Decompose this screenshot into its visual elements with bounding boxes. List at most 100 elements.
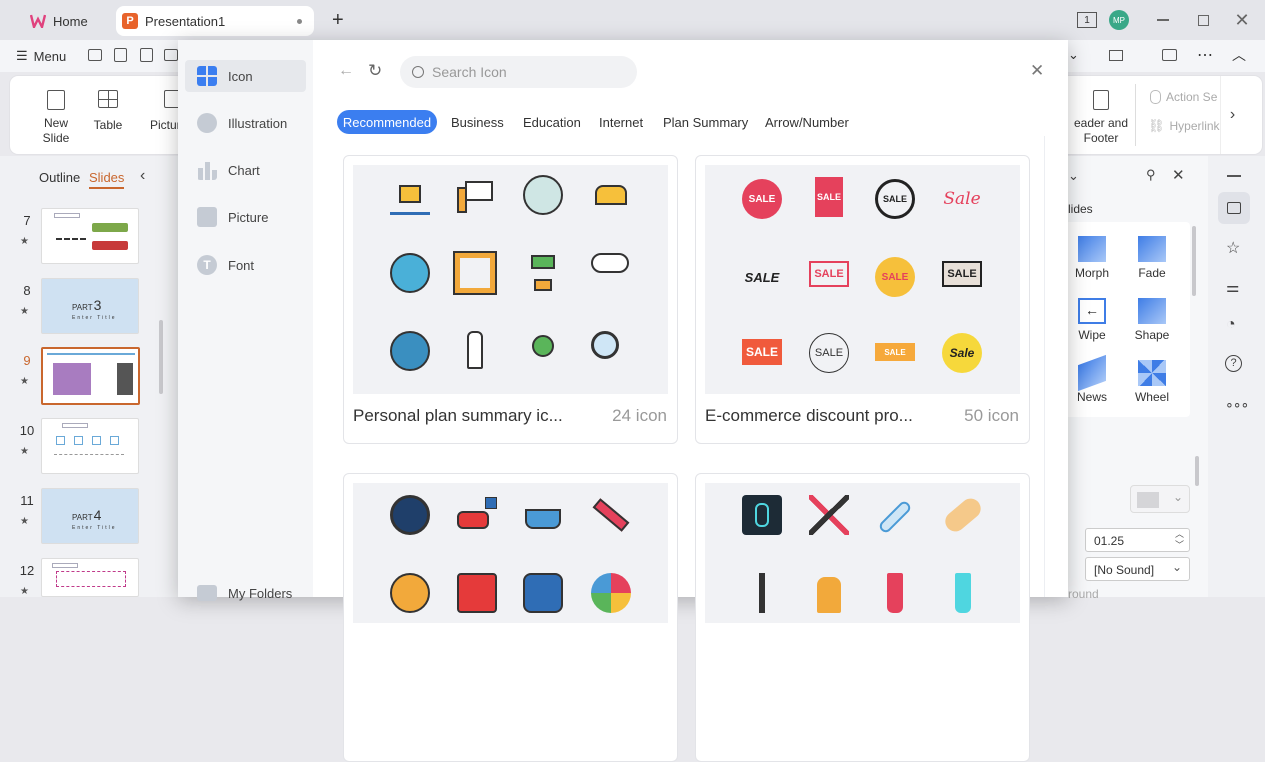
magnifier-icon [591,331,631,371]
collapse-ribbon-icon[interactable]: ︿ [1232,45,1246,65]
slides-scrollbar[interactable] [159,320,163,394]
transition-wipe[interactable]: ← Wipe [1062,298,1122,342]
restore-button[interactable] [1191,8,1215,32]
card-preview [353,165,668,394]
spinner-icon[interactable]: ︿ ﹀ [1175,529,1184,551]
hyperlink-button[interactable]: ⛓ Hyperlink [1148,118,1220,134]
thumb-red-shape [92,241,128,250]
new-slide-button[interactable]: New Slide [32,90,80,146]
small-globe-icon [532,335,554,357]
sale-label-icon: SALE [742,339,782,365]
transition-morph[interactable]: Morph [1062,236,1122,280]
slide-thumbnail-12[interactable] [41,558,139,597]
atom-icon [390,573,430,613]
slide-thumbnail-7[interactable] [41,208,139,264]
slide-thumbnail-11[interactable]: PART 4 Enter Title [41,488,139,544]
header-footer-button[interactable]: eader and Footer [1070,90,1132,146]
transition-scrollbar[interactable] [1192,226,1196,296]
page-indicator: 1 [1075,8,1099,32]
collapse-sidebar-icon[interactable] [1227,175,1241,177]
effect-options-dropdown[interactable]: ⌄ [1130,485,1190,513]
icon-pack-card[interactable] [695,473,1030,762]
sound-select[interactable]: [No Sound] ⌄ [1085,557,1190,581]
car-parking-icon [457,497,497,537]
right-tool-bar: ☆ ⚌ ◔ ? ∘∘∘ [1208,156,1265,597]
close-dialog-icon[interactable]: ✕ [1030,61,1044,81]
open-folder-icon[interactable] [88,49,102,61]
export-icon[interactable] [140,48,153,62]
pin-icon[interactable]: ⚲ [1146,167,1156,183]
icon-pack-card[interactable] [343,473,678,762]
panel-dropdown-icon[interactable]: ⌄ [1068,168,1079,184]
refresh-icon[interactable]: ↻ [368,61,382,81]
thumb-title-bar [52,563,78,568]
animation-star-icon[interactable]: ☆ [1226,238,1240,258]
slide-thumbnail-10[interactable] [41,418,139,474]
tab-outline[interactable]: Outline [39,170,80,185]
nav-my-folders[interactable]: My Folders [185,577,306,609]
share-icon[interactable] [1109,50,1123,61]
icon-pack-card[interactable]: Personal plan summary ic... 24 icon [343,155,678,444]
nav-font[interactable]: T Font [185,249,306,281]
new-slide-label: New [43,116,68,130]
category-plan-summary[interactable]: Plan Summary [663,110,748,134]
sale-script-icon: Sale [943,189,981,209]
transition-news[interactable]: News [1062,354,1122,404]
hands-globe-icon [523,331,563,371]
undo-dropdown-icon[interactable]: ⌄ [1068,47,1079,63]
comment-icon[interactable] [1162,49,1177,61]
nav-chart[interactable]: Chart [185,154,306,186]
collapse-panel-icon[interactable]: ‹ [140,167,145,185]
ribbon-scroll-right-button[interactable]: › [1220,76,1244,154]
nav-picture[interactable]: Picture [185,201,306,233]
nav-icon[interactable]: Icon [185,60,306,92]
chess-king-icon [455,331,495,371]
slides-panel: Outline Slides ‹ 7 ★ 8 ★ PART 3 Enter Tit… [0,156,178,597]
category-recommended[interactable]: Recommended [337,110,437,134]
tab-presentation[interactable]: P Presentation1 [116,6,314,36]
cloud-icon [591,253,629,273]
tab-slides[interactable]: Slides [89,170,125,189]
hand-bones-icon [755,503,769,527]
help-icon[interactable]: ? [1225,355,1242,372]
slide-thumbnail-8[interactable]: PART 3 Enter Title [41,278,139,334]
category-internet[interactable]: Internet [599,110,643,134]
picture-button[interactable]: Pictur [150,90,180,133]
action-settings-button[interactable]: Action Se [1150,90,1217,104]
table-button[interactable]: Table [88,90,128,133]
icon-pack-card[interactable]: SALE SALE SALE Sale SALE SALE SALE SALE … [695,155,1030,444]
tab-home[interactable]: Home [14,6,110,36]
history-icon[interactable]: ◔ [1226,316,1236,334]
save-icon[interactable] [114,48,127,62]
close-panel-icon[interactable]: ✕ [1172,166,1185,184]
slide-thumbnail-9[interactable] [41,347,140,405]
transition-tool-button[interactable] [1218,192,1250,224]
card-count: 24 icon [612,406,667,425]
panel-scrollbar[interactable] [1195,456,1199,486]
avatar[interactable]: MP [1109,10,1129,30]
transition-wheel[interactable]: Wheel [1122,360,1182,404]
properties-icon[interactable]: ⚌ [1226,278,1239,296]
new-tab-button[interactable]: + [332,9,344,32]
transition-fade[interactable]: Fade [1122,236,1182,280]
transition-shape[interactable]: Shape [1122,298,1182,342]
thumb-green-shape [92,223,128,232]
search-input[interactable]: Search Icon [400,56,637,88]
category-business[interactable]: Business [451,110,504,134]
close-window-button[interactable]: ✕ [1230,8,1254,32]
more-tools-icon[interactable]: ∘∘∘ [1225,396,1249,413]
menu-button[interactable]: ☰ Menu [16,48,66,64]
more-options-icon[interactable]: ⋯ [1197,45,1213,65]
thumb-part-label: PART 4 [72,507,101,523]
flask-globe-icon [390,331,430,371]
chevron-down-icon: ⌄ [1171,560,1182,574]
minimize-button[interactable] [1151,8,1175,32]
print-icon[interactable] [164,49,178,61]
category-education[interactable]: Education [523,110,581,134]
test-tube-icon [742,573,782,613]
category-arrow-number[interactable]: Arrow/Number [765,110,849,134]
search-placeholder: Search Icon [432,64,507,80]
duration-input[interactable]: 01.25 ︿ ﹀ [1085,528,1190,552]
nav-illustration[interactable]: Illustration [185,107,306,139]
back-icon[interactable]: ← [338,62,354,80]
